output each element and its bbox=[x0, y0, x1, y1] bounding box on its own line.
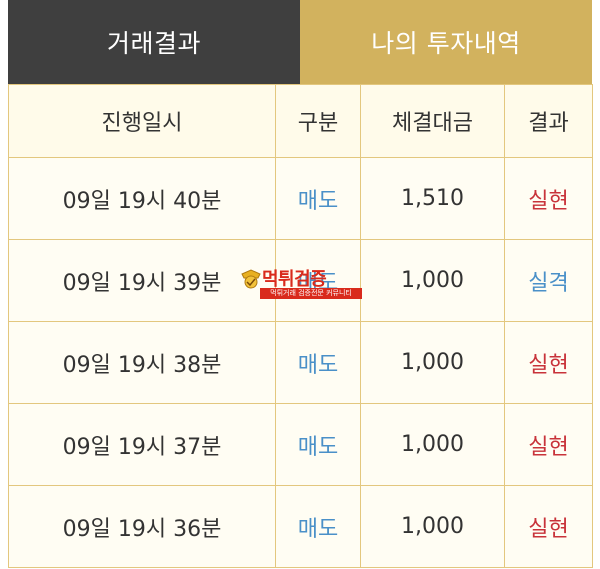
row-result: 실현 bbox=[504, 403, 593, 486]
row-amount: 1,000 bbox=[360, 485, 505, 568]
right-margin bbox=[592, 0, 600, 569]
row-amount: 1,000 bbox=[360, 321, 505, 404]
header-result: 결과 bbox=[504, 84, 593, 158]
row-type: 매도 bbox=[275, 403, 361, 486]
table-row: 09일 19시 40분 매도 1,510 실현 bbox=[8, 157, 593, 240]
header-type: 구분 bbox=[275, 84, 361, 158]
row-result: 실현 bbox=[504, 321, 593, 404]
row-result: 실격 bbox=[504, 239, 593, 322]
trade-table: 진행일시 구분 체결대금 결과 09일 19시 40분 매도 1,510 실현 … bbox=[8, 84, 593, 568]
row-datetime: 09일 19시 40분 bbox=[8, 157, 276, 240]
row-result: 실현 bbox=[504, 157, 593, 240]
row-result: 실현 bbox=[504, 485, 593, 568]
table-row: 09일 19시 38분 매도 1,000 실현 bbox=[8, 321, 593, 404]
row-amount: 1,510 bbox=[360, 157, 505, 240]
row-amount: 1,000 bbox=[360, 403, 505, 486]
tab-my-investments[interactable]: 나의 투자내역 bbox=[300, 0, 592, 84]
row-amount: 1,000 bbox=[360, 239, 505, 322]
header-amount: 체결대금 bbox=[360, 84, 505, 158]
row-datetime: 09일 19시 39분 bbox=[8, 239, 276, 322]
table-row: 09일 19시 36분 매도 1,000 실현 bbox=[8, 485, 593, 568]
tab-trade-results[interactable]: 거래결과 bbox=[8, 0, 300, 84]
table-header-row: 진행일시 구분 체결대금 결과 bbox=[8, 84, 593, 158]
row-type: 매도 bbox=[275, 485, 361, 568]
tab-bar: 거래결과 나의 투자내역 bbox=[8, 0, 592, 84]
row-datetime: 09일 19시 37분 bbox=[8, 403, 276, 486]
row-type: 매도 bbox=[275, 321, 361, 404]
left-margin bbox=[0, 0, 8, 569]
app-frame: 거래결과 나의 투자내역 진행일시 구분 체결대금 결과 09일 19시 40분… bbox=[0, 0, 600, 569]
row-type: 매도 bbox=[275, 157, 361, 240]
header-datetime: 진행일시 bbox=[8, 84, 276, 158]
row-datetime: 09일 19시 36분 bbox=[8, 485, 276, 568]
row-datetime: 09일 19시 38분 bbox=[8, 321, 276, 404]
table-row: 09일 19시 37분 매도 1,000 실현 bbox=[8, 403, 593, 486]
table-row: 09일 19시 39분 매도 1,000 실격 bbox=[8, 239, 593, 322]
row-type: 매도 bbox=[275, 239, 361, 322]
